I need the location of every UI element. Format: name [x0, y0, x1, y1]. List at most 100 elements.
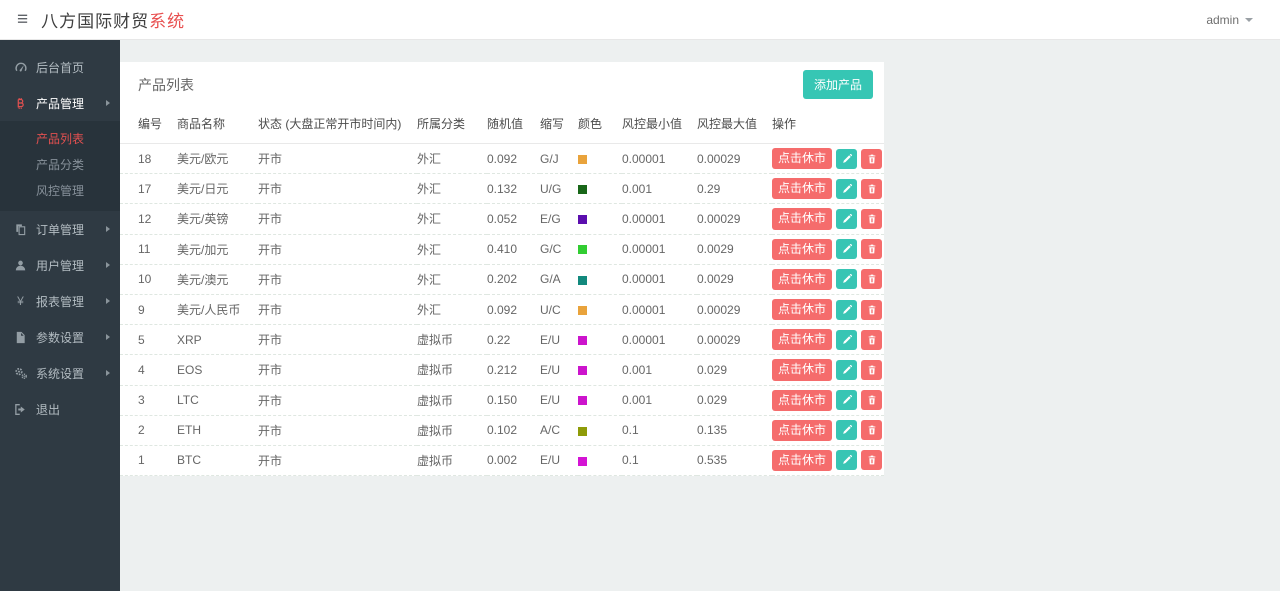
- color-swatch: [578, 396, 587, 406]
- delete-button[interactable]: [861, 359, 883, 380]
- hamburger-menu-icon[interactable]: ≡: [17, 10, 28, 29]
- cell-status: 开市: [258, 385, 417, 416]
- edit-button[interactable]: [836, 299, 858, 320]
- sidebar-item-label: 参数设置: [36, 330, 85, 345]
- sidebar-item-user-management[interactable]: 用户管理: [0, 247, 120, 283]
- add-product-button[interactable]: 添加产品: [802, 70, 873, 99]
- sidebar-item-parameter-settings[interactable]: 参数设置: [0, 319, 120, 355]
- sidebar-item-order-management[interactable]: 订单管理: [0, 211, 120, 247]
- close-market-button[interactable]: 点击休市: [772, 329, 833, 351]
- cell-risk-max: 0.00029: [697, 294, 772, 326]
- delete-button[interactable]: [861, 239, 883, 260]
- edit-button[interactable]: [836, 208, 858, 229]
- sidebar-item-report-management[interactable]: ¥ 报表管理: [0, 283, 120, 319]
- close-market-button[interactable]: 点击休市: [772, 449, 833, 472]
- params-icon: [13, 330, 28, 345]
- submenu-item-product-list[interactable]: 产品列表: [0, 126, 120, 152]
- yen-icon: ¥: [17, 294, 24, 308]
- pencil-icon: [842, 304, 852, 315]
- edit-button[interactable]: [836, 269, 858, 290]
- cell-risk-min: 0.00001: [622, 324, 697, 356]
- close-market-button[interactable]: 点击休市: [772, 238, 833, 260]
- delete-button[interactable]: [861, 420, 883, 441]
- close-market-button[interactable]: 点击休市: [772, 298, 833, 321]
- close-market-button[interactable]: 点击休市: [772, 148, 833, 170]
- cell-product-name: BTC: [177, 445, 258, 477]
- close-market-button[interactable]: 点击休市: [772, 268, 833, 290]
- cell-actions: 点击休市: [772, 415, 884, 446]
- color-swatch: [578, 215, 587, 225]
- logout-icon: [13, 402, 28, 417]
- delete-button[interactable]: [861, 269, 883, 290]
- edit-button[interactable]: [836, 390, 858, 411]
- submenu-item-product-category[interactable]: 产品分类: [0, 152, 120, 178]
- sidebar-item-logout[interactable]: 退出: [0, 391, 120, 427]
- cell-abbr: A/C: [540, 415, 578, 446]
- user-dropdown[interactable]: admin: [1206, 13, 1253, 27]
- sidebar-item-dashboard[interactable]: 后台首页: [0, 49, 120, 85]
- cell-risk-max: 0.029: [697, 354, 772, 386]
- cell-category: 外汇: [417, 234, 487, 265]
- cell-id: 17: [120, 173, 177, 205]
- delete-button[interactable]: [861, 208, 883, 229]
- cell-risk-min: 0.1: [622, 445, 697, 477]
- close-market-button[interactable]: 点击休市: [772, 178, 833, 200]
- cell-abbr: E/U: [540, 445, 578, 477]
- cell-risk-max: 0.535: [697, 445, 772, 477]
- pencil-icon: [842, 425, 852, 435]
- close-market-button[interactable]: 点击休市: [772, 208, 833, 230]
- cell-random-value: 0.092: [487, 143, 540, 175]
- close-market-button[interactable]: 点击休市: [772, 389, 833, 411]
- sidebar-item-product-management[interactable]: 产品管理: [0, 85, 120, 121]
- cell-risk-min: 0.00001: [622, 203, 697, 235]
- table-row: 18 美元/欧元 开市 外汇 0.092 G/J 0.00001 0.00029…: [120, 143, 884, 175]
- orders-icon: [13, 222, 28, 237]
- chevron-right-icon: [106, 334, 110, 340]
- delete-button[interactable]: [861, 148, 883, 169]
- pencil-icon: [842, 334, 852, 345]
- edit-button[interactable]: [836, 359, 858, 380]
- cell-color: [578, 354, 622, 386]
- sidebar-item-system-settings[interactable]: 系统设置: [0, 355, 120, 391]
- edit-button[interactable]: [836, 239, 858, 260]
- edit-button[interactable]: [836, 420, 858, 441]
- col-header-category: 所属分类: [417, 103, 487, 144]
- edit-button[interactable]: [836, 450, 858, 471]
- cell-id: 5: [120, 324, 177, 356]
- cell-product-name: 美元/日元: [177, 173, 258, 205]
- chevron-right-icon: [106, 262, 110, 268]
- sidebar: 后台首页 产品管理 产品列表 产品分类 风控管理 订单管理 用户管理 ¥ 报表管…: [0, 40, 120, 591]
- delete-button[interactable]: [861, 329, 883, 350]
- edit-button[interactable]: [836, 148, 858, 169]
- cell-status: 开市: [258, 143, 417, 175]
- edit-button[interactable]: [836, 178, 858, 199]
- cell-actions: 点击休市: [772, 173, 884, 205]
- cell-abbr: E/U: [540, 354, 578, 386]
- trash-icon: [867, 244, 877, 254]
- cell-abbr: G/C: [540, 234, 578, 265]
- delete-button[interactable]: [861, 390, 883, 411]
- delete-button[interactable]: [861, 450, 883, 471]
- cell-category: 虚拟币: [417, 445, 487, 477]
- cell-risk-max: 0.29: [697, 173, 772, 205]
- cell-risk-min: 0.001: [622, 173, 697, 205]
- cell-product-name: XRP: [177, 324, 258, 356]
- cell-status: 开市: [258, 324, 417, 356]
- table-row: 2 ETH 开市 虚拟币 0.102 A/C 0.1 0.135 点击休市: [120, 415, 884, 446]
- delete-button[interactable]: [861, 178, 883, 199]
- color-swatch: [578, 366, 587, 376]
- cell-id: 11: [120, 234, 177, 265]
- close-market-button[interactable]: 点击休市: [772, 359, 833, 381]
- trash-icon: [867, 214, 877, 224]
- cell-product-name: 美元/加元: [177, 234, 258, 265]
- close-market-button[interactable]: 点击休市: [772, 419, 833, 441]
- delete-button[interactable]: [861, 299, 883, 320]
- product-table: 编号 商品名称 状态 (大盘正常开市时间内) 所属分类 随机值 缩写 颜色 风控…: [120, 103, 884, 477]
- edit-button[interactable]: [836, 329, 858, 350]
- cell-color: [578, 203, 622, 235]
- cell-abbr: E/G: [540, 203, 578, 235]
- cell-random-value: 0.22: [487, 324, 540, 356]
- cell-color: [578, 234, 622, 265]
- submenu-item-risk-management[interactable]: 风控管理: [0, 178, 120, 204]
- cell-id: 3: [120, 385, 177, 416]
